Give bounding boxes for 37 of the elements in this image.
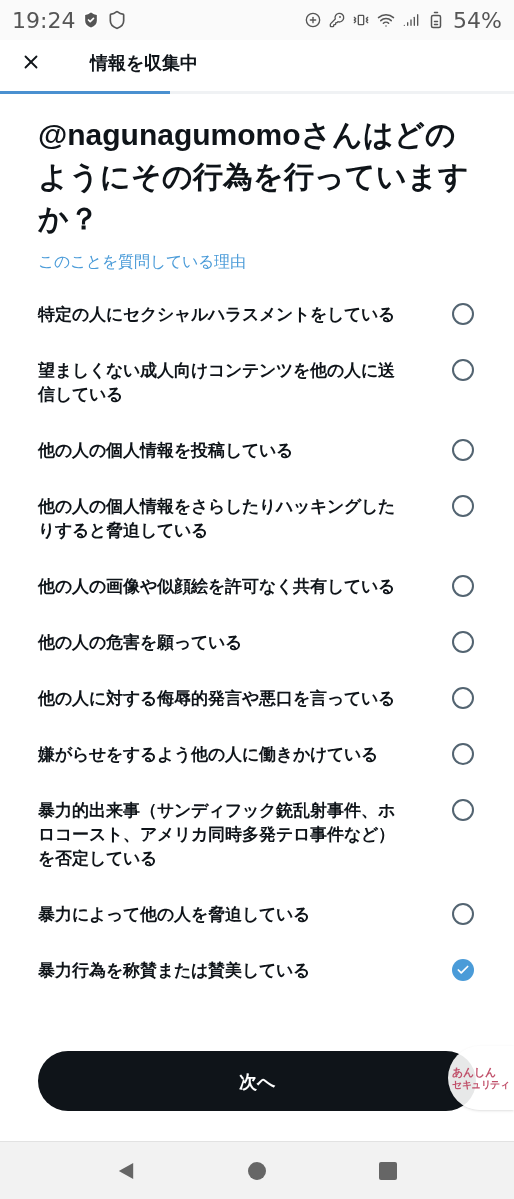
- option-radio[interactable]: [452, 687, 474, 709]
- option-radio[interactable]: [452, 495, 474, 517]
- recents-icon[interactable]: [379, 1161, 398, 1180]
- option-label: 望ましくない成人向けコンテンツを他の人に送信している: [38, 359, 396, 406]
- check-icon: [456, 963, 470, 977]
- vibrate-icon: [353, 12, 370, 28]
- option-radio[interactable]: [452, 303, 474, 325]
- option-label: 特定の人にセクシャルハラスメントをしている: [38, 303, 396, 326]
- option-label: 暴力行為を称賛または賛美している: [38, 959, 311, 982]
- option-radio[interactable]: [452, 631, 474, 653]
- question-title: @nagunagumomoさんはどのようにその行為を行っていますか？: [38, 117, 470, 237]
- option-radio[interactable]: [452, 575, 474, 597]
- option-label: 他の人の画像や似顔絵を許可なく共有している: [38, 575, 396, 598]
- battery-percent: 54%: [453, 6, 502, 35]
- why-link[interactable]: このことを質問している理由: [38, 250, 476, 274]
- home-icon[interactable]: [248, 1161, 266, 1180]
- option-label: 他の人に対する侮辱的発言や悪口を言っている: [38, 687, 396, 710]
- shield-outline-icon: [107, 10, 128, 30]
- option-label: 暴力によって他の人を脅迫している: [38, 903, 311, 926]
- status-time: 19:24: [12, 6, 76, 35]
- wifi-icon: [377, 11, 396, 29]
- key-icon: [329, 12, 346, 28]
- option-radio[interactable]: [452, 359, 474, 381]
- signal-icon: [403, 12, 420, 28]
- option-label: 嫌がらせをするよう他の人に働きかけている: [38, 743, 379, 766]
- option-label: 他の人の個人情報をさらしたりハッキングしたりすると脅迫している: [38, 495, 396, 542]
- option-radio[interactable]: [452, 799, 474, 821]
- option-radio[interactable]: [452, 903, 474, 925]
- option-label: 他の人の個人情報を投稿している: [38, 439, 294, 462]
- option-radio[interactable]: [452, 743, 474, 765]
- option-radio[interactable]: [452, 959, 474, 981]
- option-label: 暴力的出来事（サンディフック銃乱射事件、ホロコースト、アメリカ同時多発テロ事件など）を否定している: [38, 799, 396, 870]
- header-title: 情報を収集中: [90, 50, 198, 75]
- option-label: 他の人の危害を願っている: [38, 631, 243, 654]
- option-radio[interactable]: [452, 439, 474, 461]
- data-saver-icon: [305, 12, 322, 28]
- floating-badge[interactable]: あんしん セキュリティ: [448, 1046, 514, 1110]
